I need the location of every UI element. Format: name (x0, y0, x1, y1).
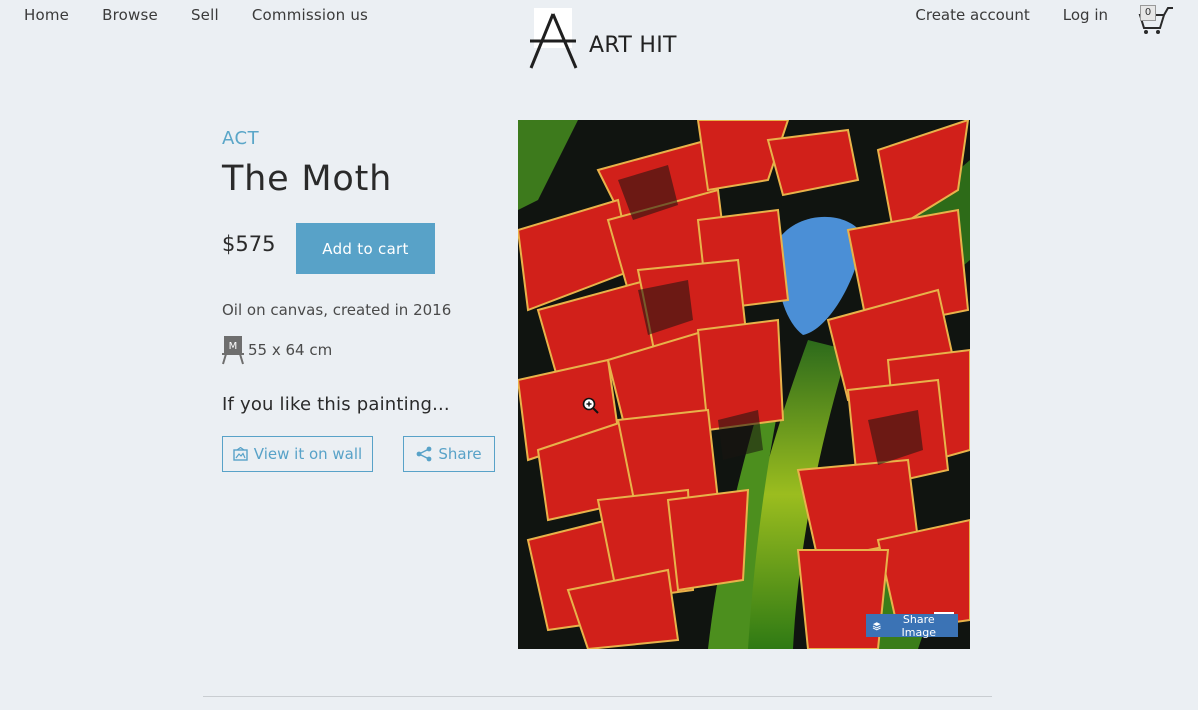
share-icon (416, 446, 432, 462)
share-label: Share (438, 445, 482, 463)
artwork-size: M 55 x 64 cm (222, 335, 332, 365)
logo-text: ART HIT (589, 33, 677, 58)
like-heading: If you like this painting... (222, 394, 450, 415)
add-to-cart-button[interactable]: Add to cart (296, 223, 435, 274)
size-badge-letter: M (229, 341, 238, 352)
share-image-label: Share Image (901, 612, 936, 639)
section-divider (203, 696, 992, 697)
artwork-image[interactable] (518, 120, 970, 649)
zoom-cursor-icon (582, 397, 599, 414)
share-button[interactable]: Share (403, 436, 495, 472)
layers-icon (872, 621, 881, 630)
view-on-wall-label: View it on wall (253, 445, 363, 463)
nav-sell[interactable]: Sell (191, 6, 219, 24)
artwork-medium: Oil on canvas, created in 2016 (222, 301, 452, 319)
nav-browse[interactable]: Browse (102, 6, 158, 24)
artwork-price: $575 (222, 232, 276, 256)
nav-home[interactable]: Home (24, 6, 69, 24)
nav-commission[interactable]: Commission us (252, 6, 368, 24)
artwork-details: ACT The Moth $575 Add to cart Oil on can… (222, 128, 512, 472)
main-nav: Home Browse Sell Commission us (24, 6, 368, 24)
create-account-link[interactable]: Create account (915, 6, 1029, 24)
account-nav: Create account Log in (915, 6, 1108, 24)
login-link[interactable]: Log in (1063, 6, 1108, 24)
share-image-button[interactable]: Share Image (866, 612, 958, 639)
logo-a-icon (528, 8, 578, 70)
artist-name[interactable]: ACT (222, 128, 512, 149)
view-on-wall-button[interactable]: View it on wall (222, 436, 373, 472)
site-logo[interactable]: ART HIT (528, 8, 677, 70)
cart-count: 0 (1140, 5, 1156, 21)
wall-frame-icon (233, 447, 248, 461)
easel-size-icon: M (222, 335, 244, 365)
cart-icon[interactable]: 0 (1138, 4, 1174, 36)
artwork-title: The Moth (222, 159, 393, 199)
size-value: 55 x 64 cm (248, 341, 333, 359)
